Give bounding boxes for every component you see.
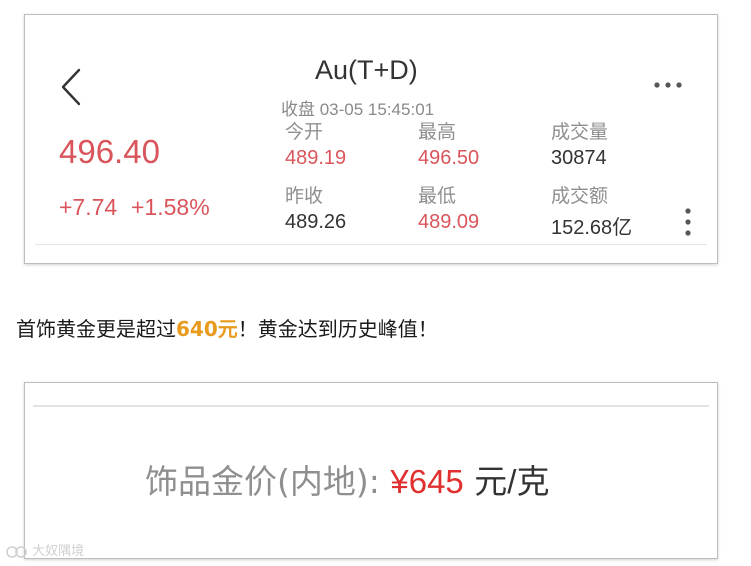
divider: [35, 244, 707, 245]
watermark-text: 大奴隅境: [32, 544, 85, 559]
turnover-label: 成交额: [551, 185, 609, 207]
turnover-value: 152.68亿: [551, 217, 633, 239]
open-label: 今开: [285, 121, 324, 143]
back-chevron-icon[interactable]: [59, 67, 85, 107]
price-change-percent: +1.58%: [131, 194, 210, 220]
open-value: 489.19: [285, 147, 347, 169]
high-value: 496.50: [418, 147, 480, 169]
headline-highlight: 640元: [176, 317, 238, 341]
instrument-symbol: Au(T+D): [315, 55, 418, 85]
jewelry-price-unit: 元/克: [474, 463, 550, 500]
jewelry-price-line: 饰品金价(内地): ¥645 元/克: [145, 455, 549, 503]
price-change: +7.74: [59, 194, 118, 220]
prev-close-label: 昨收: [285, 185, 324, 207]
jewelry-price-card: 饰品金价(内地): ¥645 元/克: [24, 382, 718, 559]
divider: [33, 405, 709, 407]
low-label: 最低: [418, 185, 457, 207]
headline-before: 首饰黄金更是超过: [16, 317, 176, 341]
headline-after: ！黄金达到历史峰值！: [237, 317, 438, 341]
volume-label: 成交量: [551, 121, 609, 143]
prev-close-value: 489.26: [285, 211, 347, 233]
volume-value: 30874: [551, 147, 607, 169]
more-horizontal-icon[interactable]: [653, 77, 685, 93]
headline-text: 首饰黄金更是超过640元！黄金达到历史峰值！: [16, 313, 438, 342]
low-value: 489.09: [418, 211, 480, 233]
quote-card: Au(T+D) 收盘 03-05 15:45:01 496.40 +7.74 +…: [24, 14, 718, 264]
high-label: 最高: [418, 121, 457, 143]
watermark-logo: 大奴隅境: [6, 540, 84, 559]
jewelry-price-value: ¥645: [390, 463, 464, 500]
more-vertical-icon[interactable]: [682, 207, 694, 237]
last-price: 496.40: [59, 133, 160, 170]
jewelry-price-label: 饰品金价(内地):: [145, 462, 380, 501]
